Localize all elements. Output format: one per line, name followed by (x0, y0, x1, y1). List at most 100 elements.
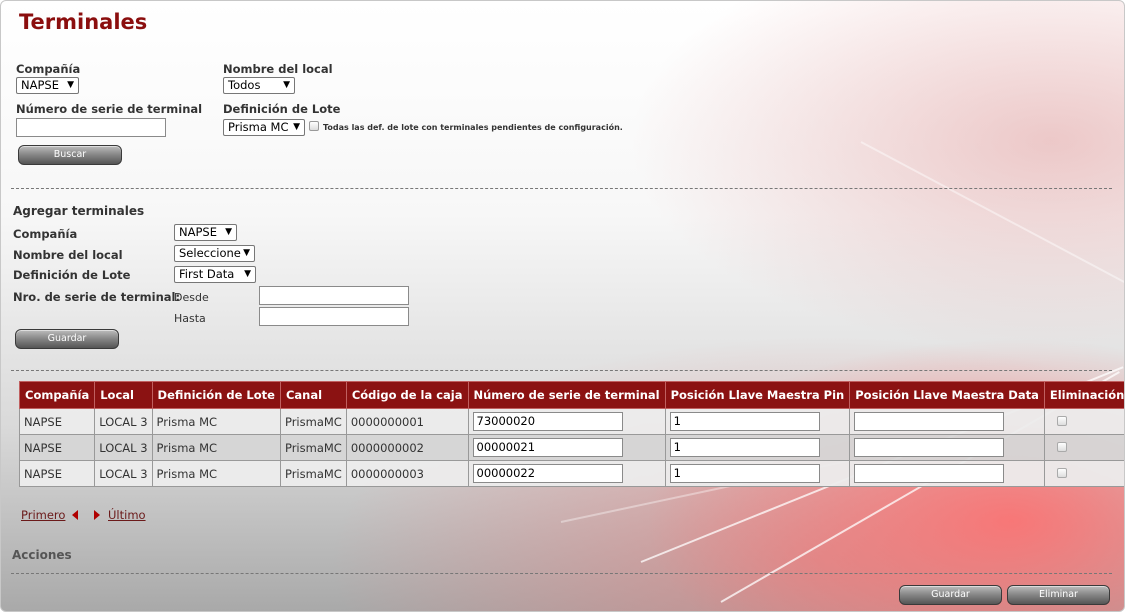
cell-pin-pos: 1 (664, 460, 851, 487)
caret-left-icon[interactable] (72, 510, 78, 520)
from-label: Desde (174, 291, 209, 304)
cell-pin-pos: 1 (664, 408, 851, 435)
store-filter-label: Nombre del local (223, 62, 333, 76)
add-store-label: Nombre del local (13, 248, 123, 262)
store-filter-select[interactable]: Todos ▼ (223, 77, 295, 94)
lot-filter-label: Definición de Lote (223, 102, 341, 116)
cell-store: LOCAL 3 (94, 408, 153, 435)
first-page-link[interactable]: Primero (21, 508, 65, 522)
column-header: Definición de Lote (151, 381, 281, 409)
add-store-value: Seleccione (179, 246, 241, 260)
add-store-select[interactable]: Seleccione ▼ (174, 245, 255, 262)
data-position-input[interactable] (854, 438, 1005, 457)
cell-data-pos (849, 460, 1045, 487)
terminals-table: Compañía Local Definición de Lote Canal … (18, 381, 1125, 487)
to-label: Hasta (174, 312, 206, 325)
add-serial-label: Nro. de serie de terminal: (13, 290, 181, 304)
pin-position-input[interactable]: 1 (669, 412, 820, 431)
pin-position-input[interactable]: 1 (669, 464, 820, 483)
search-button[interactable]: Buscar (18, 145, 122, 165)
pending-config-checkbox[interactable] (309, 121, 319, 131)
serial-input[interactable]: 73000020 (472, 412, 623, 431)
delete-checkbox[interactable] (1056, 415, 1067, 426)
dropdown-arrow-icon: ▼ (243, 248, 250, 258)
pin-position-input[interactable]: 1 (669, 438, 820, 457)
dropdown-arrow-icon: ▼ (244, 269, 251, 279)
table-header-row: Compañía Local Definición de Lote Canal … (18, 381, 1125, 409)
cell-store: LOCAL 3 (94, 434, 153, 461)
cell-delete (1043, 434, 1124, 461)
cell-company: NAPSE (18, 460, 96, 487)
column-header: Compañía (18, 381, 96, 409)
cell-delete (1043, 408, 1124, 435)
column-header: Posición Llave Maestra Pin (664, 381, 851, 409)
lot-filter-select[interactable]: Prisma MC ▼ (223, 119, 305, 136)
serial-input[interactable]: 00000021 (472, 438, 623, 457)
add-lot-select[interactable]: First Data ▼ (174, 266, 256, 283)
table-row: NAPSE LOCAL 3 Prisma MC PrismaMC 0000000… (18, 460, 1124, 487)
add-save-button[interactable]: Guardar (15, 329, 119, 349)
delete-checkbox[interactable] (1056, 441, 1067, 452)
company-filter-value: NAPSE (21, 78, 59, 92)
cell-company: NAPSE (18, 408, 96, 435)
section-divider (11, 370, 1112, 371)
cell-serial: 00000021 (467, 434, 666, 461)
section-divider (11, 573, 1112, 574)
last-page-link[interactable]: Último (108, 508, 146, 522)
cell-data-pos (849, 434, 1045, 461)
caret-right-icon[interactable] (94, 510, 100, 520)
serial-to-input[interactable] (259, 307, 409, 326)
add-terminals-heading: Agregar terminales (13, 204, 145, 218)
column-header-delete: Eliminación (1043, 381, 1125, 409)
background-streak (860, 141, 1124, 284)
serial-input[interactable]: 00000022 (472, 464, 623, 483)
data-position-input[interactable] (854, 464, 1005, 483)
column-header: Local (94, 381, 153, 409)
column-header: Número de serie de terminal (467, 381, 666, 409)
add-company-label: Compañía (13, 227, 78, 241)
cell-channel: PrismaMC (279, 434, 347, 461)
add-lot-label: Definición de Lote (13, 268, 131, 282)
save-button[interactable]: Guardar (899, 585, 1002, 605)
serial-filter-input[interactable] (16, 118, 166, 137)
add-lot-value: First Data (179, 267, 235, 281)
dropdown-arrow-icon: ▼ (293, 122, 300, 132)
delete-checkbox[interactable] (1056, 467, 1067, 478)
delete-header-label: Eliminación (1049, 388, 1125, 402)
company-filter-label: Compañía (16, 62, 81, 76)
company-filter-select[interactable]: NAPSE ▼ (16, 77, 79, 94)
lot-filter-value: Prisma MC (228, 120, 289, 134)
column-header: Posición Llave Maestra Data (849, 381, 1045, 409)
cell-channel: PrismaMC (279, 460, 347, 487)
cell-data-pos (849, 408, 1045, 435)
column-header: Código de la caja (345, 381, 469, 409)
cell-serial: 73000020 (467, 408, 666, 435)
serial-filter-label: Número de serie de terminal (16, 102, 203, 116)
pending-config-label: Todas las def. de lote con terminales pe… (323, 123, 623, 132)
cell-pin-pos: 1 (664, 434, 851, 461)
table-row: NAPSE LOCAL 3 Prisma MC PrismaMC 0000000… (18, 408, 1124, 435)
cell-channel: PrismaMC (279, 408, 347, 435)
cell-box-code: 0000000002 (345, 434, 469, 461)
add-company-select[interactable]: NAPSE ▼ (174, 224, 237, 241)
serial-from-input[interactable] (259, 286, 409, 305)
data-position-input[interactable] (854, 412, 1005, 431)
page-title: Terminales (19, 10, 148, 34)
cell-store: LOCAL 3 (94, 460, 153, 487)
cell-delete (1043, 460, 1124, 487)
dropdown-arrow-icon: ▼ (67, 80, 74, 90)
cell-lot: Prisma MC (151, 460, 281, 487)
dropdown-arrow-icon: ▼ (225, 227, 232, 237)
cell-lot: Prisma MC (151, 408, 281, 435)
terminales-page: Terminales Compañía NAPSE ▼ Nombre del l… (0, 0, 1125, 612)
cell-box-code: 0000000001 (345, 408, 469, 435)
cell-company: NAPSE (18, 434, 96, 461)
cell-box-code: 0000000003 (345, 460, 469, 487)
store-filter-value: Todos (228, 78, 261, 92)
table-row: NAPSE LOCAL 3 Prisma MC PrismaMC 0000000… (18, 434, 1124, 461)
column-header: Canal (279, 381, 347, 409)
dropdown-arrow-icon: ▼ (283, 80, 290, 90)
delete-button[interactable]: Eliminar (1007, 585, 1110, 605)
actions-heading: Acciones (12, 548, 72, 562)
cell-lot: Prisma MC (151, 434, 281, 461)
